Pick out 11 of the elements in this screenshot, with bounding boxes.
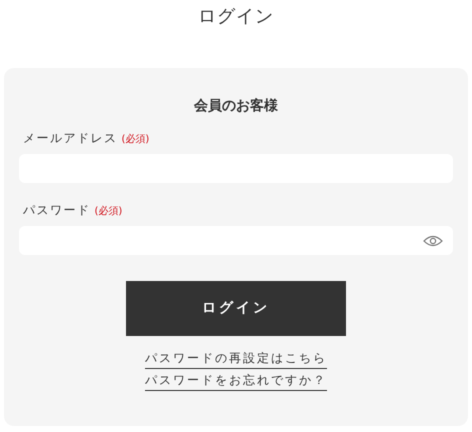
field-label: パスワード: [23, 202, 90, 219]
page-title: ログイン: [198, 4, 274, 28]
text-link[interactable]: パスワードの再設定はこちら: [145, 349, 327, 369]
required-mark: (必須): [94, 204, 122, 219]
card-heading: 会員のお客様: [194, 96, 278, 116]
password-field[interactable]: [19, 226, 453, 255]
login-button[interactable]: ログイン: [126, 281, 346, 336]
field-label: メールアドレス: [23, 130, 118, 147]
text-link[interactable]: パスワードをお忘れですか？: [145, 371, 327, 391]
eye-icon[interactable]: [423, 234, 443, 246]
required-mark: (必須): [122, 132, 150, 147]
